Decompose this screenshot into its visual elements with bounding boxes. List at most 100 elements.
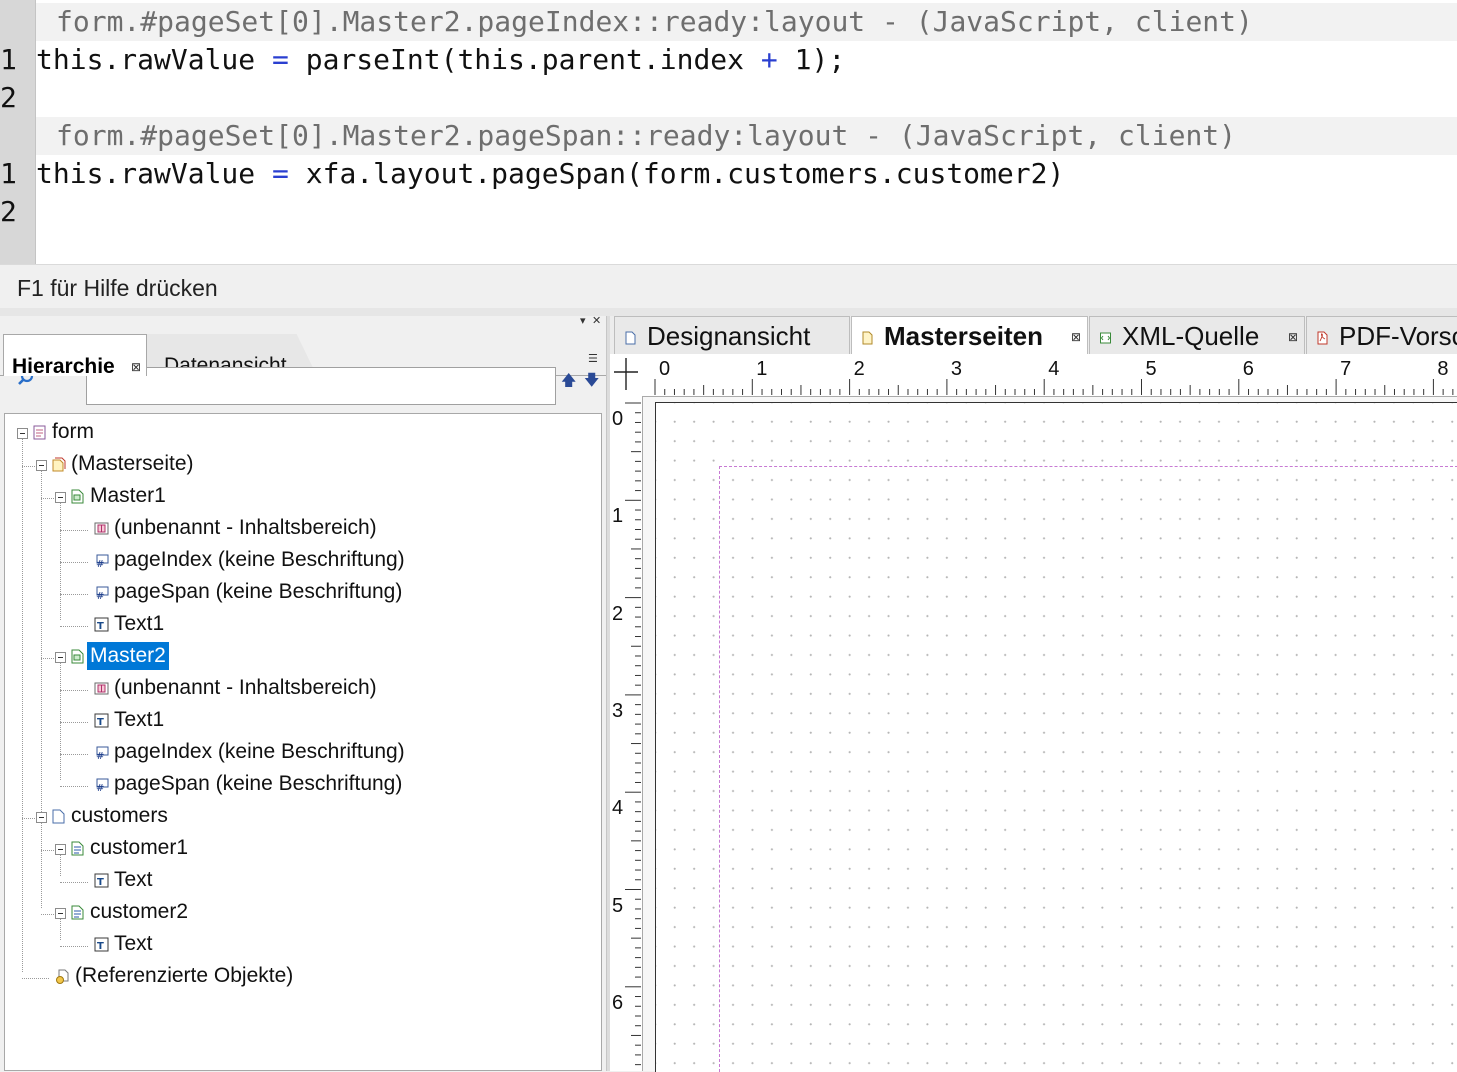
- ruler-number: 3: [612, 699, 624, 722]
- tree-node-label[interactable]: pageIndex (keine Beschriftung): [111, 738, 408, 766]
- ruler-origin-icon[interactable]: [614, 358, 638, 390]
- svg-text:T: T: [97, 877, 104, 888]
- horizontal-ruler: 0 1 2 3 4 5 6 7 8: [610, 354, 1457, 397]
- tree-node-label[interactable]: customer1: [87, 834, 191, 862]
- code-operator: +: [760, 43, 778, 76]
- master-page-icon: [71, 649, 84, 664]
- tree-connector: [60, 562, 88, 563]
- page-icon: [625, 331, 636, 345]
- code-text: parseInt(this.parent.index: [288, 43, 761, 76]
- line-number: 1: [0, 43, 17, 76]
- code-line[interactable]: 2: [0, 193, 36, 231]
- ruler-number: 4: [612, 797, 624, 820]
- tab-hierarchy[interactable]: Hierarchie ⊠: [3, 334, 147, 378]
- collapse-toggle-icon[interactable]: [55, 492, 66, 503]
- ruler-number: 0: [612, 408, 624, 430]
- hierarchy-tree[interactable]: form (Masterseite) Master1 (unbenannt - Inh…: [4, 413, 602, 1071]
- tree-node-label[interactable]: Master1: [87, 482, 169, 510]
- tree-node-label[interactable]: pageSpan (keine Beschriftung): [111, 578, 405, 606]
- hierarchy-panel: ▾ ✕ Hierarchie ⊠ Datenansicht ☰ 🡅 🡇 form…: [0, 314, 606, 1071]
- tree-node-label[interactable]: Text1: [111, 706, 167, 734]
- code-line[interactable]: 2: [0, 79, 36, 117]
- pdf-icon: [1317, 331, 1328, 345]
- collapse-toggle-icon[interactable]: [17, 428, 28, 439]
- xml-icon: [1100, 332, 1111, 344]
- tab-master-pages[interactable]: Masterseiten ⊠: [851, 316, 1088, 354]
- tree-node-label[interactable]: (Referenzierte Objekte): [72, 962, 296, 990]
- panel-menu-icon[interactable]: ▾: [580, 314, 586, 327]
- tree-connector: [60, 882, 88, 883]
- page-icon: [52, 809, 65, 824]
- svg-text:T: T: [97, 621, 104, 632]
- tree-node-label[interactable]: pageIndex (keine Beschriftung): [111, 546, 408, 574]
- collapse-toggle-icon[interactable]: [36, 460, 47, 471]
- vertical-ruler: 0 1 2 3 4 5 6: [610, 396, 643, 1071]
- tree-node-label[interactable]: customer2: [87, 898, 191, 926]
- tab-label: Designansicht: [647, 321, 811, 351]
- ruler-ticks: [625, 402, 641, 1066]
- tree-connector: [60, 530, 88, 531]
- collapse-toggle-icon[interactable]: [55, 844, 66, 855]
- text-object-icon: T: [94, 937, 109, 952]
- tree-node-label[interactable]: Text: [111, 930, 156, 958]
- collapse-toggle-icon[interactable]: [55, 652, 66, 663]
- ruler-number: 6: [612, 991, 624, 1014]
- tree-node-label[interactable]: Text: [111, 866, 156, 894]
- script-event-header: form.#pageSet[0].Master2.pageSpan::ready…: [36, 117, 1457, 155]
- subform-icon: [71, 905, 84, 920]
- svg-text:#: #: [96, 591, 104, 600]
- tree-node-label[interactable]: form: [49, 418, 97, 446]
- ruler-number: 1: [612, 505, 624, 528]
- tree-connector: [60, 658, 61, 780]
- tree-connector: [60, 946, 88, 947]
- text-object-icon: T: [94, 713, 109, 728]
- tree-connector: [41, 466, 42, 908]
- tree-node-label[interactable]: (unbenannt - Inhaltsbereich): [111, 674, 380, 702]
- collapse-toggle-icon[interactable]: [55, 908, 66, 919]
- tab-close-icon[interactable]: ⊠: [1071, 330, 1081, 344]
- ruler-number: 1: [756, 358, 768, 380]
- code-line[interactable]: 1 this.rawValue = xfa.layout.pageSpan(for…: [0, 155, 1064, 193]
- tree-node-label[interactable]: Text1: [111, 610, 167, 638]
- panel-close-icon[interactable]: ✕: [592, 314, 601, 327]
- tab-label: Masterseiten: [884, 321, 1043, 351]
- status-text: F1 für Hilfe drücken: [17, 275, 218, 301]
- tab-close-icon[interactable]: ⊠: [131, 360, 141, 374]
- tab-pdf-preview[interactable]: PDF-Vorsc: [1306, 316, 1457, 354]
- form-icon: [33, 425, 46, 440]
- ruler-number: 6: [1242, 358, 1254, 380]
- tree-connector: [60, 690, 88, 691]
- tree-node-label[interactable]: (Masterseite): [68, 450, 197, 478]
- tree-node-label[interactable]: Master2: [87, 642, 169, 670]
- tree-node-label[interactable]: pageSpan (keine Beschriftung): [111, 770, 405, 798]
- content-area-boundary[interactable]: [719, 466, 1457, 1072]
- ruler-number: 8: [1437, 358, 1449, 380]
- tree-connector: [22, 434, 23, 972]
- tree-node-label[interactable]: customers: [68, 802, 171, 830]
- numeric-field-icon: #: [96, 778, 109, 792]
- search-input[interactable]: [86, 367, 556, 405]
- ruler-number: 3: [950, 358, 963, 380]
- tree-node-label[interactable]: (unbenannt - Inhaltsbereich): [111, 514, 380, 542]
- ruler-number: 5: [1145, 358, 1157, 380]
- code-text: this.rawValue: [36, 43, 273, 76]
- tree-connector: [22, 978, 49, 979]
- tree-connector: [60, 754, 88, 755]
- code-line[interactable]: 1 this.rawValue = parseInt(this.parent.in…: [0, 41, 845, 79]
- tab-xml-source[interactable]: XML-Quelle ⊠: [1089, 316, 1305, 354]
- line-number: 1: [0, 157, 17, 190]
- arrow-up-icon[interactable]: 🡅: [561, 370, 576, 395]
- svg-text:T: T: [97, 717, 104, 728]
- ruler-number: 0: [659, 358, 671, 380]
- numeric-field-icon: #: [96, 746, 109, 760]
- tab-close-icon[interactable]: ⊠: [1288, 330, 1298, 344]
- arrow-down-icon[interactable]: 🡇: [584, 370, 599, 395]
- panel-options-icon[interactable]: ☰: [588, 352, 598, 365]
- ruler-number: 2: [853, 358, 865, 380]
- tab-design-view[interactable]: Designansicht: [614, 316, 850, 354]
- code-operator: =: [272, 157, 289, 190]
- collapse-toggle-icon[interactable]: [36, 812, 47, 823]
- horizontal-splitter[interactable]: [0, 308, 1457, 316]
- tab-label: XML-Quelle: [1122, 321, 1260, 351]
- script-editor[interactable]: form.#pageSet[0].Master2.pageIndex::read…: [0, 0, 1457, 264]
